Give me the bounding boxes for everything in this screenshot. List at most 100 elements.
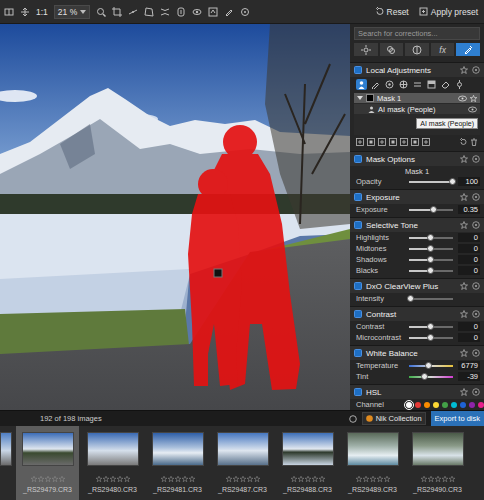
local-adjust-icon[interactable]: [240, 7, 250, 17]
apply-preset-button[interactable]: Apply preset: [417, 5, 480, 19]
slider-track[interactable]: [409, 376, 453, 378]
help-icon[interactable]: [472, 155, 480, 163]
channel-dot[interactable]: [406, 402, 412, 408]
slider-knob[interactable]: [427, 256, 434, 263]
rating-star-icon[interactable]: [247, 476, 253, 482]
enable-toggle-icon[interactable]: [354, 155, 362, 163]
channel-dot[interactable]: [469, 402, 475, 408]
star-rating[interactable]: [226, 476, 260, 482]
help-icon[interactable]: [472, 388, 480, 396]
repair-icon[interactable]: [176, 7, 186, 17]
slider-value[interactable]: 100: [458, 177, 480, 186]
slider-track[interactable]: [409, 365, 453, 367]
rating-star-icon[interactable]: [435, 476, 441, 482]
rating-star-icon[interactable]: [449, 476, 455, 482]
rating-star-icon[interactable]: [52, 476, 58, 482]
watermark-icon[interactable]: [208, 7, 218, 17]
rating-star-icon[interactable]: [31, 476, 37, 482]
thumbnail[interactable]: _RS29481.CR3: [146, 426, 209, 500]
favorite-star-icon[interactable]: [460, 349, 468, 357]
slider-track[interactable]: [409, 337, 453, 339]
picker-icon[interactable]: [224, 7, 234, 17]
slider-knob[interactable]: [427, 267, 434, 274]
local-tool[interactable]: [426, 79, 437, 90]
enable-toggle-icon[interactable]: [354, 193, 362, 201]
slider-knob[interactable]: [430, 206, 437, 213]
favorite-star-icon[interactable]: [460, 193, 468, 201]
reset-mask-icon[interactable]: [459, 138, 467, 146]
rating-star-icon[interactable]: [428, 476, 434, 482]
favorite-star-icon[interactable]: [460, 388, 468, 396]
star-rating[interactable]: [421, 476, 455, 482]
section-header[interactable]: DxO ClearView Plus: [350, 278, 484, 293]
star-rating[interactable]: [96, 476, 130, 482]
rating-star-icon[interactable]: [59, 476, 65, 482]
favorite-star-icon[interactable]: [460, 155, 468, 163]
slider-value[interactable]: 0: [458, 255, 480, 264]
slider-knob[interactable]: [427, 234, 434, 241]
section-header[interactable]: Contrast: [350, 306, 484, 321]
section-header[interactable]: White Balance: [350, 345, 484, 360]
section-header[interactable]: Selective Tone: [350, 217, 484, 232]
rating-star-icon[interactable]: [189, 476, 195, 482]
rating-star-icon[interactable]: [45, 476, 51, 482]
channel-dot[interactable]: [442, 402, 448, 408]
slider-value[interactable]: 0.35: [458, 205, 480, 214]
local-tool[interactable]: [440, 79, 451, 90]
slider-track[interactable]: [409, 326, 453, 328]
duplicate-icon[interactable]: [367, 138, 375, 146]
slider-knob[interactable]: [407, 295, 414, 302]
add-mask-icon[interactable]: [356, 138, 364, 146]
subtract-icon[interactable]: [400, 138, 408, 146]
section-header[interactable]: Exposure: [350, 189, 484, 204]
help-icon[interactable]: [472, 193, 480, 201]
favorite-star-icon[interactable]: [460, 310, 468, 318]
slider-value[interactable]: 0: [458, 244, 480, 253]
rating-star-icon[interactable]: [161, 476, 167, 482]
rating-star-icon[interactable]: [421, 476, 427, 482]
slider-value[interactable]: -39: [458, 372, 480, 381]
rating-star-icon[interactable]: [291, 476, 297, 482]
zoom-select[interactable]: 21 %: [54, 5, 90, 19]
zoom-in-icon[interactable]: [96, 7, 106, 17]
rating-star-icon[interactable]: [182, 476, 188, 482]
slider-knob[interactable]: [427, 334, 434, 341]
export-to-disk-button[interactable]: Export to disk: [431, 411, 484, 426]
enable-toggle-icon[interactable]: [354, 282, 362, 290]
help-icon[interactable]: [472, 221, 480, 229]
rating-star-icon[interactable]: [117, 476, 123, 482]
slider-value[interactable]: 6779: [458, 361, 480, 370]
horizon-icon[interactable]: [128, 7, 138, 17]
local-tool[interactable]: [412, 79, 423, 90]
compare-frame-icon[interactable]: [4, 7, 14, 17]
channel-dot[interactable]: [424, 402, 430, 408]
slider-value[interactable]: 0: [458, 333, 480, 342]
reset-button[interactable]: Reset: [373, 5, 411, 19]
delete-mask-icon[interactable]: [470, 138, 478, 146]
thumbnail[interactable]: _RS29489.CR3: [341, 426, 404, 500]
rating-star-icon[interactable]: [254, 476, 260, 482]
union-icon[interactable]: [411, 138, 419, 146]
local-tool[interactable]: [370, 79, 381, 90]
help-icon[interactable]: [472, 349, 480, 357]
rating-star-icon[interactable]: [363, 476, 369, 482]
rating-star-icon[interactable]: [319, 476, 325, 482]
help-icon[interactable]: [472, 282, 480, 290]
star-rating[interactable]: [161, 476, 195, 482]
slider-knob[interactable]: [427, 245, 434, 252]
thumbnail[interactable]: _RS29490.CR3: [406, 426, 469, 500]
rating-star-icon[interactable]: [384, 476, 390, 482]
favorite-star-icon[interactable]: [460, 66, 468, 74]
photo-viewer[interactable]: [0, 24, 350, 410]
crop-icon[interactable]: [112, 7, 122, 17]
slider-track[interactable]: [409, 209, 453, 211]
rating-star-icon[interactable]: [442, 476, 448, 482]
intersect-icon[interactable]: [389, 138, 397, 146]
invert-icon[interactable]: [378, 138, 386, 146]
zoom-dropdown-arrow-icon[interactable]: [80, 10, 86, 14]
nik-collection-button[interactable]: Nik Collection: [362, 412, 426, 425]
channel-dot[interactable]: [460, 402, 466, 408]
mask-layer-row[interactable]: AI mask (People): [354, 104, 480, 115]
thumbnail[interactable]: _RS29488.CR3: [276, 426, 339, 500]
slider-track[interactable]: [409, 270, 453, 272]
